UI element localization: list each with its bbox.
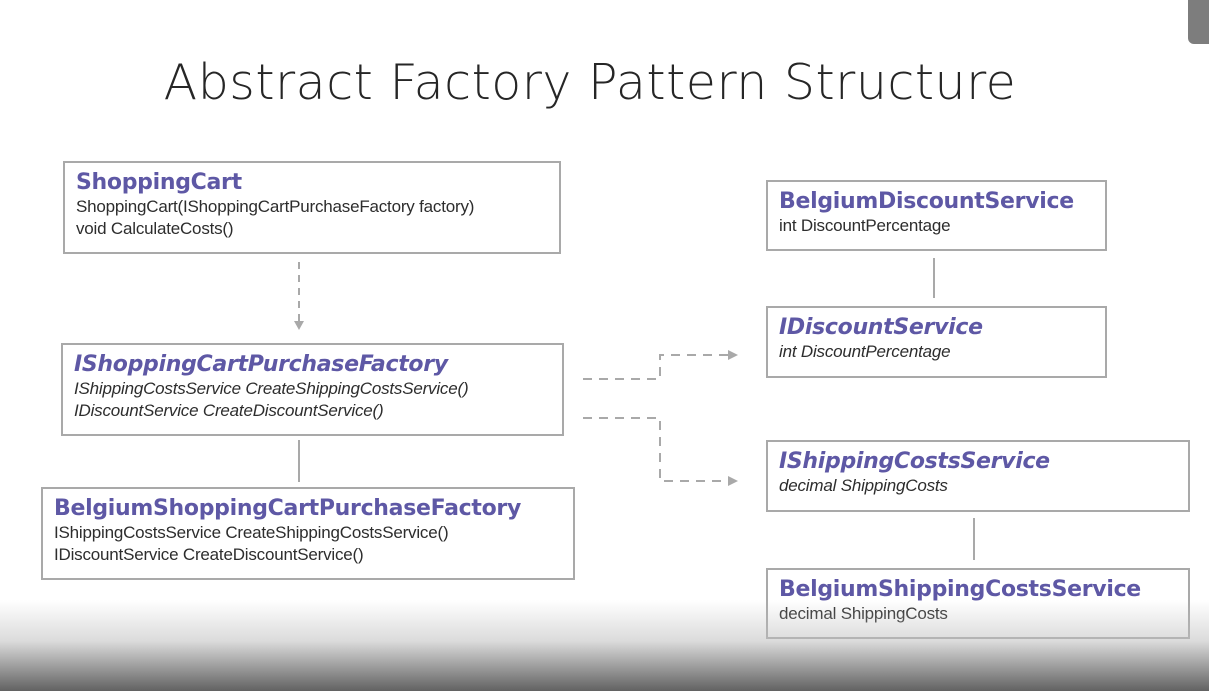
class-box-belgium-discount-service: BelgiumDiscountService int DiscountPerce… (766, 180, 1107, 251)
slide: Abstract Factory Pattern Structure Shopp… (0, 0, 1209, 691)
class-member: IShippingCostsService CreateShippingCost… (54, 523, 449, 542)
interface-member: int DiscountPercentage (779, 342, 951, 361)
class-name: BelgiumShoppingCartPurchaseFactory (54, 496, 521, 521)
arrowhead-right-icon (728, 350, 738, 360)
corner-tab (1188, 0, 1209, 44)
interface-member: IShippingCostsService CreateShippingCost… (74, 379, 469, 398)
interface-box-ishipping-costs-service: IShippingCostsService decimal ShippingCo… (766, 440, 1190, 512)
class-name: BelgiumShippingCostsService (779, 577, 1141, 602)
class-member: ShoppingCart(IShoppingCartPurchaseFactor… (76, 197, 475, 216)
class-member: decimal ShippingCosts (779, 604, 948, 623)
dependency-factory-to-ishippingcostsservice (583, 417, 728, 482)
class-member: IDiscountService CreateDiscountService() (54, 545, 364, 564)
dependency-factory-to-idiscountservice (583, 354, 728, 380)
interface-box-ishopping-cart-purchase-factory: IShoppingCartPurchaseFactory IShippingCo… (61, 343, 564, 436)
interface-name: IDiscountService (779, 315, 983, 340)
interface-member: IDiscountService CreateDiscountService() (74, 401, 384, 420)
interface-name: IShippingCostsService (779, 449, 1050, 474)
interface-name: IShoppingCartPurchaseFactory (74, 352, 448, 377)
class-box-shopping-cart: ShoppingCart ShoppingCart(IShoppingCartP… (63, 161, 561, 254)
class-name: BelgiumDiscountService (779, 189, 1074, 214)
interface-member: decimal ShippingCosts (779, 476, 948, 495)
class-box-belgium-shopping-cart-purchase-factory: BelgiumShoppingCartPurchaseFactory IShip… (41, 487, 575, 580)
arrowhead-down-icon (294, 321, 304, 330)
class-member: int DiscountPercentage (779, 216, 951, 235)
interface-box-idiscount-service: IDiscountService int DiscountPercentage (766, 306, 1107, 378)
arrowhead-right-icon (728, 476, 738, 486)
class-member: void CalculateCosts() (76, 219, 234, 238)
class-box-belgium-shipping-costs-service: BelgiumShippingCostsService decimal Ship… (766, 568, 1190, 639)
class-name: ShoppingCart (76, 170, 242, 195)
